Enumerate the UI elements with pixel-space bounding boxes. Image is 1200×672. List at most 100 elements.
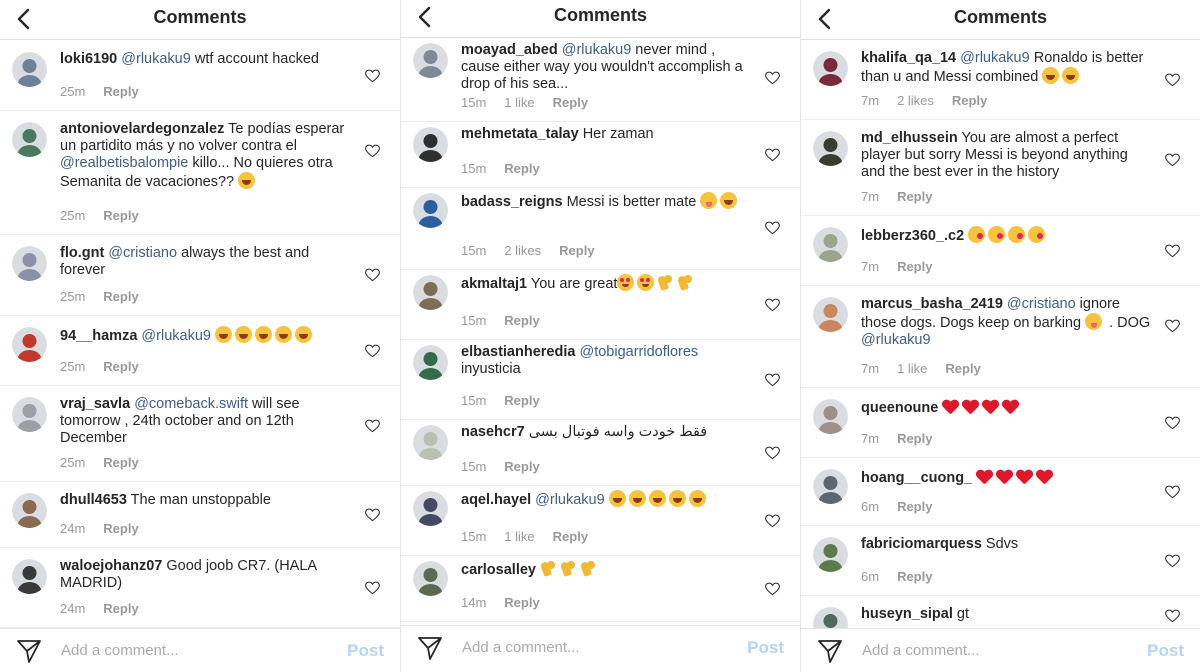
comment-likes[interactable]: 2 likes (504, 243, 541, 258)
avatar[interactable] (813, 469, 848, 504)
mention-link[interactable]: @comeback.swift (134, 396, 248, 412)
mention-link[interactable]: @cristiano (108, 245, 177, 261)
mention-link[interactable]: @rlukaku9 (535, 492, 605, 508)
like-heart-icon[interactable] (365, 144, 380, 158)
like-heart-icon[interactable] (365, 508, 380, 522)
comment-username[interactable]: dhull4653 (60, 492, 127, 508)
avatar[interactable] (12, 246, 47, 281)
post-button[interactable]: Post (1147, 641, 1184, 661)
comment-likes[interactable]: 1 like (897, 361, 927, 376)
comment-username[interactable]: huseyn_sipal (861, 606, 953, 622)
like-heart-icon[interactable] (765, 582, 780, 596)
comment-username[interactable]: marcus_basha_2419 (861, 296, 1003, 312)
avatar[interactable] (813, 399, 848, 434)
send-icon[interactable] (817, 638, 843, 664)
avatar[interactable] (813, 131, 848, 166)
comment-username[interactable]: badass_reigns (461, 194, 563, 210)
like-heart-icon[interactable] (1165, 244, 1180, 258)
mention-link[interactable]: @realbetisbalompie (60, 155, 188, 171)
like-heart-icon[interactable] (365, 419, 380, 433)
comment-username[interactable]: aqel.hayel (461, 492, 531, 508)
comment-username[interactable]: mehmetata_talay (461, 126, 579, 142)
comment-username[interactable]: antoniovelardegonzalez (60, 121, 224, 137)
reply-button[interactable]: Reply (504, 313, 539, 328)
comment-username[interactable]: elbastianheredia (461, 344, 575, 360)
like-heart-icon[interactable] (765, 373, 780, 387)
reply-button[interactable]: Reply (559, 243, 594, 258)
mention-link[interactable]: @cristiano (1007, 296, 1076, 312)
comment-likes[interactable]: 1 like (504, 95, 534, 110)
reply-button[interactable]: Reply (103, 455, 138, 470)
reply-button[interactable]: Reply (897, 431, 932, 446)
like-heart-icon[interactable] (765, 71, 780, 85)
send-icon[interactable] (417, 635, 443, 661)
like-heart-icon[interactable] (765, 446, 780, 460)
mention-link[interactable]: @rlukaku9 (861, 332, 931, 348)
avatar[interactable] (413, 345, 448, 380)
mention-link[interactable]: @tobigarridoflores (579, 344, 698, 360)
comment-username[interactable]: carlosalley (461, 562, 536, 578)
comment-input[interactable]: Add a comment... (862, 642, 980, 659)
mention-link[interactable]: @rlukaku9 (562, 42, 632, 58)
reply-button[interactable]: Reply (504, 161, 539, 176)
reply-button[interactable]: Reply (103, 84, 138, 99)
avatar[interactable] (413, 425, 448, 460)
like-heart-icon[interactable] (365, 268, 380, 282)
avatar[interactable] (12, 122, 47, 157)
avatar[interactable] (413, 491, 448, 526)
like-heart-icon[interactable] (365, 581, 380, 595)
comment-username[interactable]: khalifa_qa_14 (861, 50, 956, 66)
avatar[interactable] (12, 52, 47, 87)
like-heart-icon[interactable] (1165, 416, 1180, 430)
comment-username[interactable]: hoang__cuong_ (861, 470, 972, 486)
like-heart-icon[interactable] (765, 298, 780, 312)
like-heart-icon[interactable] (1165, 153, 1180, 167)
reply-button[interactable]: Reply (103, 208, 138, 223)
reply-button[interactable]: Reply (504, 595, 539, 610)
comment-username[interactable]: flo.gnt (60, 245, 104, 261)
avatar[interactable] (813, 227, 848, 262)
comment-username[interactable]: moayad_abed (461, 42, 558, 58)
reply-button[interactable]: Reply (504, 459, 539, 474)
like-heart-icon[interactable] (765, 148, 780, 162)
comment-username[interactable]: loki6190 (60, 51, 117, 67)
reply-button[interactable]: Reply (897, 569, 932, 584)
comment-username[interactable]: md_elhussein (861, 130, 958, 146)
avatar[interactable] (12, 397, 47, 432)
comment-likes[interactable]: 2 likes (897, 93, 934, 108)
avatar[interactable] (413, 43, 448, 78)
like-heart-icon[interactable] (1165, 485, 1180, 499)
avatar[interactable] (813, 297, 848, 332)
comment-username[interactable]: fabriciomarquess (861, 536, 982, 552)
like-heart-icon[interactable] (365, 69, 380, 83)
mention-link[interactable]: @rlukaku9 (141, 328, 211, 344)
comment-username[interactable]: vraj_savla (60, 396, 130, 412)
reply-button[interactable]: Reply (945, 361, 980, 376)
reply-button[interactable]: Reply (897, 259, 932, 274)
reply-button[interactable]: Reply (103, 289, 138, 304)
mention-link[interactable]: @rlukaku9 (121, 51, 191, 67)
comment-username[interactable]: queenoune (861, 400, 938, 416)
like-heart-icon[interactable] (765, 221, 780, 235)
avatar[interactable] (12, 559, 47, 594)
avatar[interactable] (413, 561, 448, 596)
reply-button[interactable]: Reply (553, 95, 588, 110)
like-heart-icon[interactable] (1165, 609, 1180, 623)
reply-button[interactable]: Reply (103, 601, 138, 616)
avatar[interactable] (813, 51, 848, 86)
reply-button[interactable]: Reply (897, 499, 932, 514)
comment-input[interactable]: Add a comment... (462, 639, 580, 656)
reply-button[interactable]: Reply (504, 393, 539, 408)
reply-button[interactable]: Reply (103, 359, 138, 374)
comment-username[interactable]: waloejohanz07 (60, 558, 162, 574)
avatar[interactable] (12, 493, 47, 528)
like-heart-icon[interactable] (1165, 73, 1180, 87)
mention-link[interactable]: @rlukaku9 (960, 50, 1030, 66)
comment-input[interactable]: Add a comment... (61, 642, 179, 659)
comment-username[interactable]: nasehcr7 (461, 424, 525, 440)
avatar[interactable] (813, 537, 848, 572)
comment-username[interactable]: akmaltaj1 (461, 276, 527, 292)
reply-button[interactable]: Reply (897, 189, 932, 204)
comment-likes[interactable]: 1 like (504, 529, 534, 544)
like-heart-icon[interactable] (1165, 554, 1180, 568)
